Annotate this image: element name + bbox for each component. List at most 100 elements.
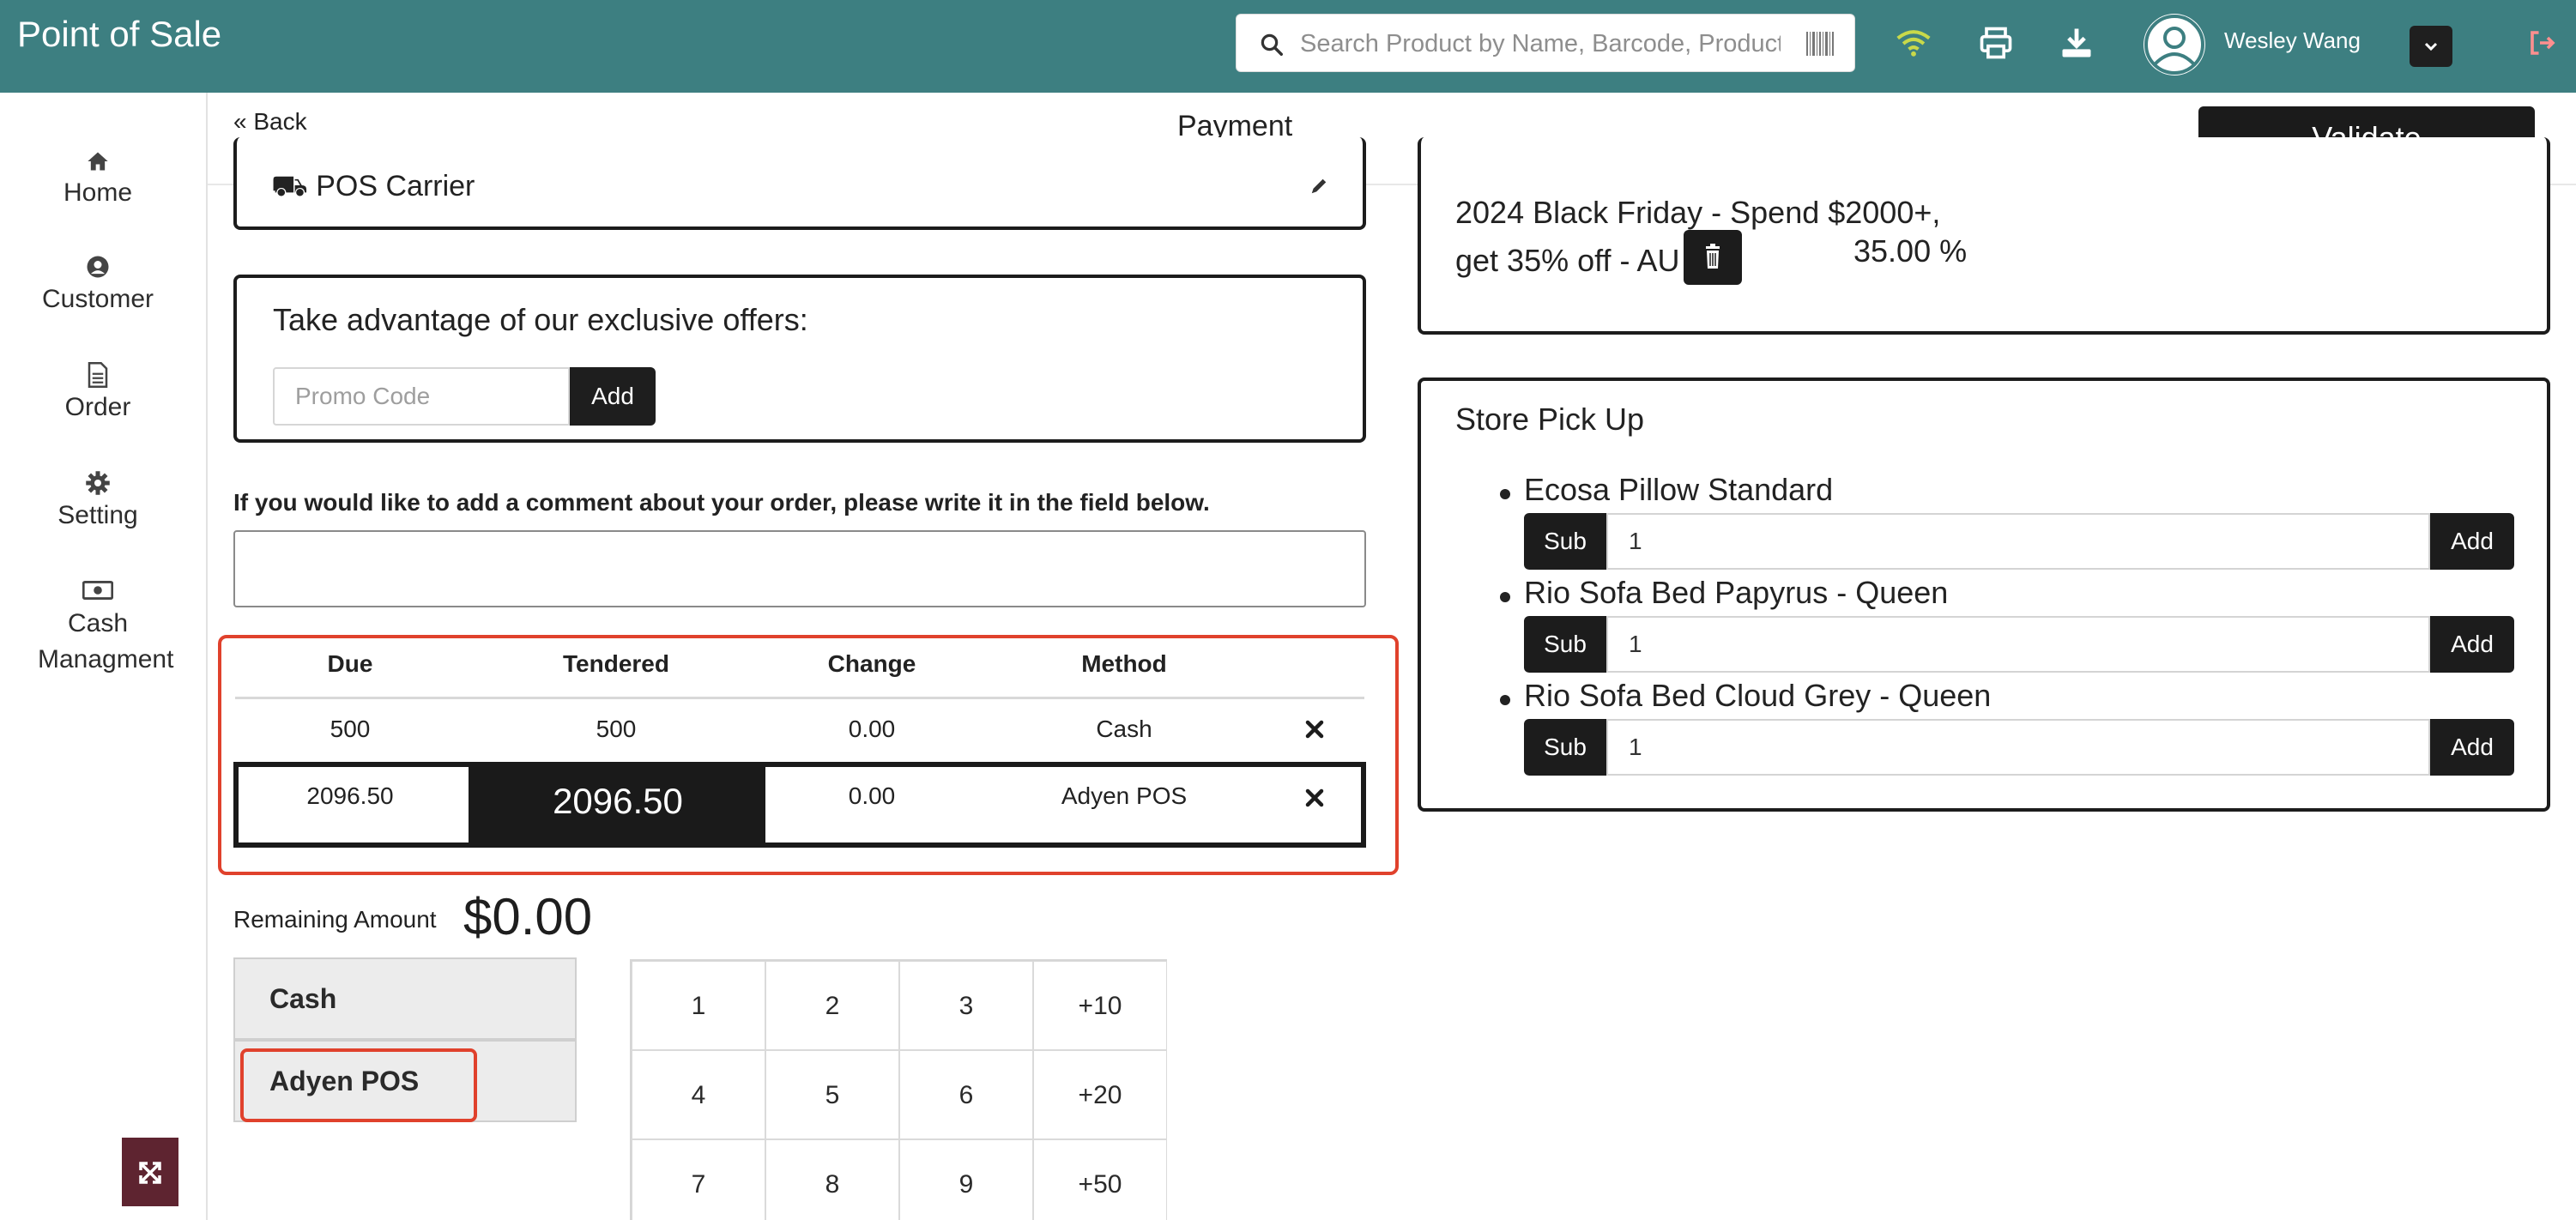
carrier-box: ⛟ POS Carrier (233, 137, 1366, 230)
double-chevron-left-icon: « (233, 108, 247, 135)
payment-due: 2096.50 (306, 782, 394, 809)
expand-icon (139, 1162, 161, 1184)
numpad-key[interactable]: +20 (1033, 1050, 1167, 1139)
qty-add-button[interactable]: Add (2430, 719, 2514, 776)
comment-label: If you would like to add a comment about… (233, 489, 1210, 516)
discount-box: 2024 Black Friday - Spend $2000+, get 35… (1418, 137, 2550, 335)
qty-add-button[interactable]: Add (2430, 616, 2514, 673)
user-menu-button[interactable] (2410, 26, 2452, 67)
pickup-item-name: Rio Sofa Bed Papyrus - Queen (1524, 575, 1949, 610)
promo-code-input[interactable]: Promo Code (273, 367, 570, 426)
back-label: Back (253, 108, 307, 135)
user-name: Wesley Wang (2224, 27, 2361, 53)
qty-sub-button[interactable]: Sub (1524, 513, 1606, 570)
edit-icon[interactable] (1309, 177, 1328, 196)
payment-change: 0.00 (848, 782, 896, 809)
user-circle-icon (87, 256, 109, 278)
sidebar-item-label: Setting (57, 501, 138, 529)
qty-sub-button[interactable]: Sub (1524, 616, 1606, 673)
selected-payment-row[interactable] (233, 762, 1366, 848)
pickup-item-name: Rio Sofa Bed Cloud Grey - Queen (1524, 678, 1992, 713)
payment-method: Adyen POS (1061, 782, 1188, 809)
qty-input[interactable]: 1 (1606, 513, 2430, 570)
sidebar-item-order[interactable]: Order (0, 362, 196, 422)
sidebar-item-label: Cash Managment (38, 609, 174, 673)
qty-input[interactable]: 1 (1606, 719, 2430, 776)
sidebar-item-home[interactable]: Home (0, 149, 196, 208)
download-icon[interactable] (2058, 24, 2095, 62)
search-input[interactable]: Search Product by Name, Barcode, Product… (1300, 30, 1781, 58)
numpad-key[interactable]: 3 (899, 961, 1033, 1050)
offers-box: Take advantage of our exclusive offers: … (233, 275, 1366, 443)
printer-icon[interactable] (1977, 24, 2015, 62)
search-icon (1261, 33, 1283, 56)
sidebar-item-customer[interactable]: Customer (0, 254, 196, 314)
offers-title: Take advantage of our exclusive offers: (273, 302, 808, 337)
logout-icon[interactable] (2526, 27, 2559, 58)
fullscreen-button[interactable] (122, 1138, 178, 1206)
document-icon (88, 362, 108, 388)
payment-due: 500 (330, 716, 371, 742)
numpad-key[interactable]: +10 (1033, 961, 1167, 1050)
remaining-amount-value: $0.00 (463, 888, 593, 945)
numpad: 1 2 3 +10 4 5 6 +20 7 8 9 +50 (630, 959, 1167, 1220)
promo-add-button[interactable]: Add (570, 367, 656, 426)
bullet (1500, 592, 1510, 602)
bullet (1500, 695, 1510, 705)
payment-method-highlight (240, 1048, 477, 1122)
barcode-icon[interactable] (1806, 32, 1835, 56)
sidebar-item-cash-managment[interactable]: Cash Managment (0, 580, 196, 678)
numpad-key[interactable]: 5 (765, 1050, 899, 1139)
search-box[interactable]: Search Product by Name, Barcode, Product… (1236, 14, 1855, 72)
app-title: Point of Sale (17, 14, 222, 54)
remove-discount-button[interactable] (1684, 230, 1742, 285)
store-pickup-title: Store Pick Up (1455, 402, 1645, 437)
numpad-key[interactable]: 1 (632, 961, 765, 1050)
trash-icon (1706, 244, 1720, 269)
numpad-key[interactable]: 4 (632, 1050, 765, 1139)
payment-method-cash[interactable]: Cash (233, 957, 577, 1040)
truck-icon: ⛟ (271, 170, 308, 202)
sidebar-item-label: Home (63, 178, 133, 207)
numpad-key[interactable]: 9 (899, 1139, 1033, 1220)
numpad-key[interactable]: 6 (899, 1050, 1033, 1139)
numpad-key[interactable]: 8 (765, 1139, 899, 1220)
top-bar: Point of Sale Search Product by Name, Ba… (0, 0, 2576, 93)
pickup-item-name: Ecosa Pillow Standard (1524, 472, 1834, 507)
sidebar-item-setting[interactable]: Setting (0, 470, 196, 530)
payment-tendered: 500 (596, 716, 637, 742)
sidebar: Home Customer Order Setting Cash Managme… (0, 93, 208, 1220)
column-header-method: Method (1081, 650, 1167, 677)
gear-icon (86, 471, 110, 495)
chevron-down-icon (2424, 42, 2438, 51)
payment-change: 0.00 (848, 716, 896, 742)
discount-percent: 35.00 % (1853, 233, 1968, 269)
remaining-amount-label: Remaining Amount (233, 906, 437, 933)
wifi-icon (1896, 30, 1931, 57)
numpad-key[interactable]: +50 (1033, 1139, 1167, 1220)
payment-method: Cash (1096, 716, 1152, 742)
table-divider (235, 697, 1364, 699)
qty-sub-button[interactable]: Sub (1524, 719, 1606, 776)
numpad-key[interactable]: 2 (765, 961, 899, 1050)
column-header-change: Change (827, 650, 916, 677)
carrier-row[interactable]: ⛟ POS Carrier (271, 170, 475, 208)
payment-tendered: 2096.50 (553, 781, 683, 821)
bullet (1500, 489, 1510, 499)
user-avatar-icon (2144, 15, 2204, 75)
comment-field[interactable] (233, 530, 1366, 607)
remove-payment-icon[interactable] (1304, 719, 1325, 740)
home-icon (88, 152, 108, 171)
qty-add-button[interactable]: Add (2430, 513, 2514, 570)
store-pickup-box: Store Pick Up Ecosa Pillow Standard Sub … (1418, 377, 2550, 812)
carrier-label: POS Carrier (316, 170, 475, 202)
numpad-key[interactable]: 7 (632, 1139, 765, 1220)
qty-input[interactable]: 1 (1606, 616, 2430, 673)
sidebar-item-label: Customer (41, 285, 154, 313)
remove-payment-icon[interactable] (1304, 788, 1325, 808)
cash-icon (82, 580, 113, 601)
back-link[interactable]: « Back (233, 108, 307, 136)
avatar[interactable] (2144, 14, 2205, 75)
column-header-due: Due (327, 650, 373, 677)
column-header-tendered: Tendered (563, 650, 669, 677)
